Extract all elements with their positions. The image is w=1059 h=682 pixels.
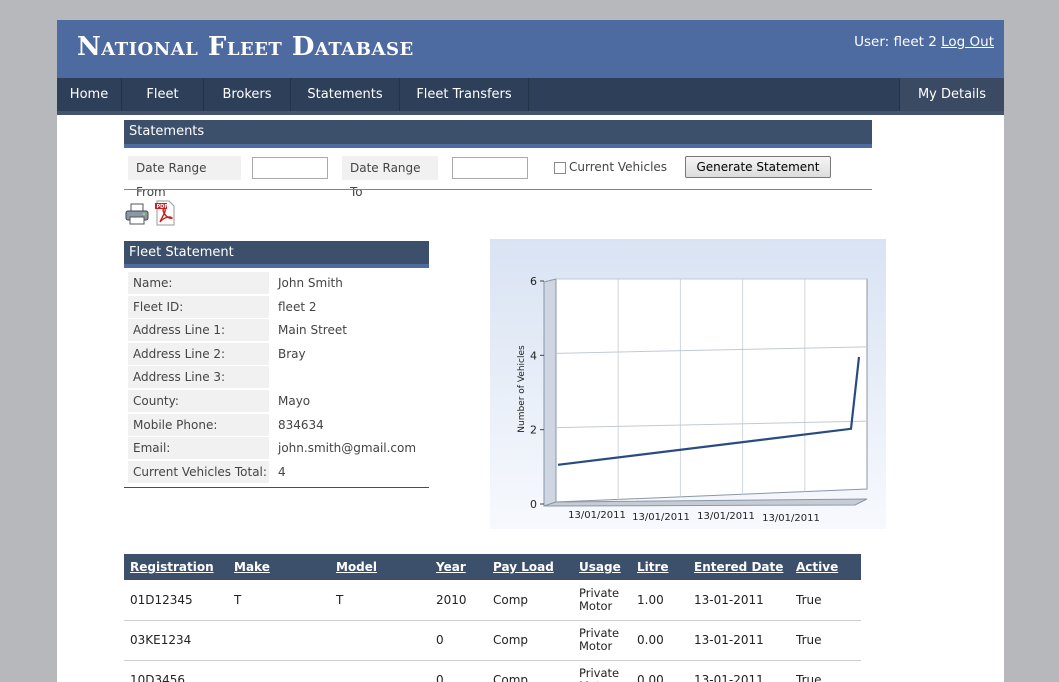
- logout-link[interactable]: Log Out: [941, 34, 994, 50]
- chart-side-wall: [543, 278, 557, 507]
- table-cell: 0: [430, 620, 487, 661]
- svg-text:PDF: PDF: [157, 204, 168, 210]
- table-cell: True: [790, 620, 861, 661]
- table-cell: [228, 620, 330, 661]
- column-header-registration[interactable]: Registration: [124, 554, 228, 580]
- table-cell: Comp: [487, 580, 573, 621]
- table-cell: 13-01-2011: [688, 580, 790, 621]
- column-header-entered-date[interactable]: Entered Date: [688, 554, 790, 580]
- fleet-field-label: Mobile Phone:: [128, 413, 269, 436]
- column-header-usage[interactable]: Usage: [573, 554, 631, 580]
- fleet-field-label: County:: [128, 390, 269, 412]
- fleet-field-label: Name:: [128, 272, 269, 294]
- user-info: User: fleet 2 Log Out: [854, 34, 994, 50]
- fleet-statement-table: Name: John Smith Fleet ID: fleet 2 Address L…: [124, 272, 429, 486]
- table-cell: True: [790, 660, 861, 682]
- fleet-field-value: [274, 366, 434, 388]
- chart-y-tick-label: 6: [530, 275, 537, 288]
- chart-y-tick-label: 0: [530, 498, 537, 511]
- table-cell: T: [228, 580, 330, 621]
- column-header-pay-load[interactable]: Pay Load: [487, 554, 573, 580]
- column-header-year[interactable]: Year: [430, 554, 487, 580]
- current-vehicles-label: Current Vehicles: [569, 160, 668, 174]
- site-header: National Fleet Database User: fleet 2 Lo…: [57, 20, 1004, 78]
- date-from-input[interactable]: [252, 157, 328, 179]
- table-cell: 0: [430, 660, 487, 682]
- statements-heading: Statements: [124, 120, 872, 148]
- chart-x-tick-label: 13/01/2011: [762, 513, 820, 524]
- table-cell: 10D3456: [124, 660, 228, 682]
- column-header-active[interactable]: Active: [790, 554, 861, 580]
- chart-x-tick-label: 13/01/2011: [632, 512, 690, 523]
- menu-item-brokers[interactable]: Brokers: [204, 78, 290, 111]
- divider: [124, 189, 872, 190]
- chart-x-tick-label: 13/01/2011: [568, 510, 626, 521]
- generate-statement-button[interactable]: Generate Statement: [685, 156, 831, 178]
- chart-y-axis-label: Number of Vehicles: [517, 345, 527, 433]
- date-from-label: Date Range From: [128, 156, 241, 199]
- fleet-field-value: John Smith: [278, 276, 343, 290]
- chart-x-tick-label: 13/01/2011: [697, 511, 755, 522]
- fleet-field-label: Address Line 2:: [128, 342, 269, 365]
- menu-item-statements[interactable]: Statements: [291, 78, 399, 111]
- date-to-label: Date Range To: [342, 156, 438, 199]
- site-title: National Fleet Database: [77, 32, 414, 62]
- fleet-statement-bottom-rule: [124, 487, 429, 488]
- fleet-statement-heading: Fleet Statement: [124, 241, 429, 268]
- page-container: National Fleet Database User: fleet 2 Lo…: [57, 20, 1004, 682]
- printer-icon[interactable]: [124, 202, 150, 226]
- date-to-input[interactable]: [452, 157, 528, 179]
- table-row[interactable]: 10D3456 0CompPrivate Motor0.0013-01-2011T…: [124, 660, 861, 682]
- column-header-model[interactable]: Model: [330, 554, 430, 580]
- menu-item-my-details[interactable]: My Details: [900, 78, 1004, 111]
- vehicles-table: Registration Make Model Year Pay Load Usage Li…: [124, 554, 861, 682]
- table-cell: Private Motor: [573, 620, 631, 661]
- table-cell: 2010: [430, 580, 487, 621]
- table-cell: T: [330, 580, 430, 621]
- fleet-field-label: Email:: [128, 437, 269, 460]
- table-row[interactable]: 03KE1234 0 Comp Private Motor 0.00 13-01-2011…: [124, 620, 861, 661]
- chart-y-tick-label: 2: [530, 424, 537, 437]
- table-cell: [330, 620, 430, 661]
- fleet-field-value: Main Street: [278, 323, 347, 338]
- fleet-field-label: Address Line 1:: [128, 319, 269, 342]
- table-cell: 13-01-2011: [688, 660, 790, 682]
- fleet-field-value: Bray: [278, 346, 306, 361]
- pdf-icon[interactable]: PDF: [154, 200, 176, 226]
- fleet-field-value: john.smith@gmail.com: [278, 441, 417, 456]
- table-cell: 01D12345: [124, 580, 228, 621]
- chart-plot-area: [555, 278, 868, 503]
- fleet-field-label: Current Vehicles Total:: [128, 460, 269, 483]
- table-row[interactable]: 01D12345 T T 2010 Comp Private Motor 1.00 13-01…: [124, 580, 861, 621]
- fleet-field-value: fleet 2: [278, 299, 317, 314]
- table-cell: Comp: [487, 620, 573, 661]
- user-label: User: fleet 2: [854, 34, 937, 50]
- fleet-field-label: Address Line 3:: [128, 366, 269, 389]
- column-header-make[interactable]: Make: [228, 554, 330, 580]
- table-cell: True: [790, 580, 861, 621]
- table-cell: 1.00: [631, 580, 688, 621]
- table-cell: [330, 660, 430, 682]
- fleet-field-label: Fleet ID:: [128, 295, 269, 318]
- chart-y-tick-label: 4: [530, 349, 537, 362]
- table-cell: 0.00: [631, 620, 688, 661]
- menu-item-fleet-transfers[interactable]: Fleet Transfers: [400, 78, 528, 111]
- table-cell: Private Motor: [573, 580, 631, 621]
- menu-item-fleet[interactable]: Fleet: [122, 78, 203, 111]
- table-cell: 13-01-2011: [688, 620, 790, 661]
- table-cell: Private Motor: [573, 660, 631, 682]
- table-cell: 03KE1234: [124, 620, 228, 661]
- table-cell: 0.00: [631, 660, 688, 682]
- vehicles-chart: 0 2 4 6 13/01/2011 13/01/2011 13/01/2011 13/01/…: [490, 239, 886, 529]
- fleet-field-value: 4: [278, 464, 286, 479]
- main-menu: Home Fleet Brokers Statements Fleet Tran…: [57, 78, 1004, 115]
- current-vehicles-checkbox[interactable]: [554, 162, 566, 174]
- fleet-field-value: Mayo: [278, 394, 311, 408]
- menu-item-home[interactable]: Home: [57, 78, 121, 111]
- column-header-litre[interactable]: Litre: [631, 554, 688, 580]
- fleet-field-value: 834634: [278, 417, 324, 432]
- table-cell: Comp: [487, 660, 573, 682]
- table-cell: [228, 660, 330, 682]
